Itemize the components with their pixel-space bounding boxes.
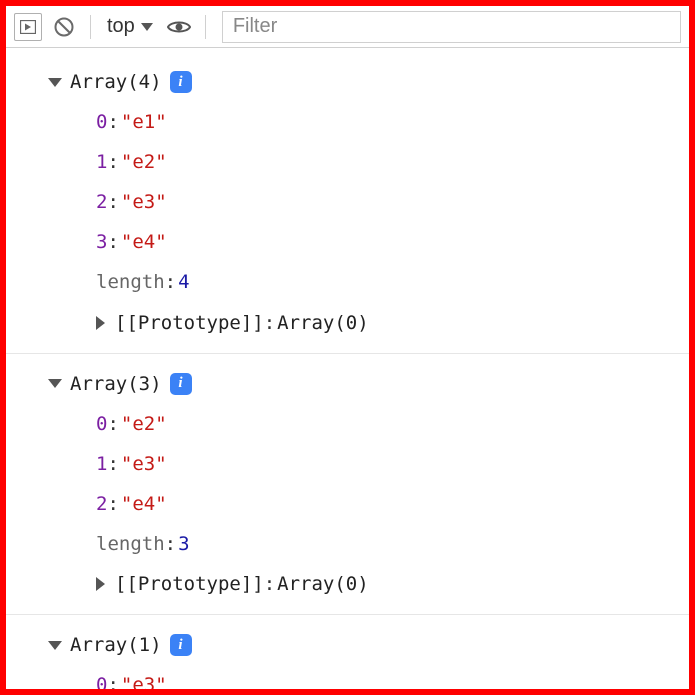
prototype-value: Array(0) [277, 566, 369, 602]
length-row[interactable]: length: 4 [6, 262, 689, 302]
array-entry[interactable]: 0: "e2" [6, 404, 689, 444]
disclosure-triangle-down-icon[interactable] [48, 78, 62, 87]
length-value: 3 [178, 526, 189, 562]
entry-value: "e2" [121, 144, 167, 180]
console-message: Array(3)i0: "e2"1: "e3"2: "e4"length: 3[… [6, 354, 689, 616]
object-header[interactable]: Array(4) i [6, 62, 689, 102]
entry-index: 1 [96, 144, 107, 180]
entry-index: 1 [96, 446, 107, 482]
eye-icon [167, 19, 191, 35]
info-icon[interactable]: i [170, 71, 192, 93]
length-row[interactable]: length: 3 [6, 524, 689, 564]
array-entry[interactable]: 1: "e2" [6, 142, 689, 182]
entry-value: "e3" [121, 446, 167, 482]
live-expression-button[interactable] [165, 13, 193, 41]
console-output: Array(4)i0: "e1"1: "e2"2: "e3"3: "e4"len… [6, 48, 689, 695]
toolbar-separator [90, 15, 91, 39]
colon: : [107, 406, 118, 442]
entry-value: "e3" [121, 184, 167, 220]
colon: : [107, 667, 118, 695]
entry-index: 0 [96, 667, 107, 695]
colon: : [107, 446, 118, 482]
entry-index: 0 [96, 104, 107, 140]
array-entry[interactable]: 2: "e4" [6, 484, 689, 524]
colon: : [107, 486, 118, 522]
info-icon[interactable]: i [170, 373, 192, 395]
colon: : [107, 144, 118, 180]
array-summary: Array(3) [70, 366, 162, 402]
prototype-label: [[Prototype]] [115, 305, 264, 341]
entry-value: "e3" [121, 667, 167, 695]
play-panel-icon [20, 20, 36, 34]
prototype-row[interactable]: [[Prototype]]: Array(0) [6, 564, 689, 604]
colon: : [165, 526, 176, 562]
colon: : [264, 566, 275, 602]
disclosure-triangle-down-icon[interactable] [48, 379, 62, 388]
disclosure-triangle-down-icon[interactable] [48, 641, 62, 650]
entry-value: "e4" [121, 224, 167, 260]
entry-value: "e4" [121, 486, 167, 522]
toggle-sidebar-button[interactable] [14, 13, 42, 41]
toolbar-separator [205, 15, 206, 39]
disclosure-triangle-right-icon[interactable] [96, 577, 105, 591]
colon: : [107, 224, 118, 260]
colon: : [165, 264, 176, 300]
ban-icon [53, 16, 75, 38]
length-label: length [96, 264, 165, 300]
entry-value: "e1" [121, 104, 167, 140]
context-selector[interactable]: top [103, 15, 157, 38]
context-label: top [107, 15, 135, 38]
object-header[interactable]: Array(1) i [6, 625, 689, 665]
colon: : [264, 305, 275, 341]
length-value: 4 [178, 264, 189, 300]
disclosure-triangle-right-icon[interactable] [96, 316, 105, 330]
array-summary: Array(4) [70, 64, 162, 100]
object-header[interactable]: Array(3) i [6, 364, 689, 404]
array-entry[interactable]: 0: "e3" [6, 665, 689, 695]
entry-index: 2 [96, 486, 107, 522]
entry-value: "e2" [121, 406, 167, 442]
prototype-value: Array(0) [277, 305, 369, 341]
array-entry[interactable]: 1: "e3" [6, 444, 689, 484]
array-entry[interactable]: 0: "e1" [6, 102, 689, 142]
entry-index: 2 [96, 184, 107, 220]
array-entry[interactable]: 3: "e4" [6, 222, 689, 262]
prototype-row[interactable]: [[Prototype]]: Array(0) [6, 303, 689, 343]
length-label: length [96, 526, 165, 562]
console-toolbar: top [6, 6, 689, 48]
console-message: Array(1)i0: "e3"length: 1[[Prototype]]: … [6, 615, 689, 695]
clear-console-button[interactable] [50, 13, 78, 41]
prototype-label: [[Prototype]] [115, 566, 264, 602]
filter-input[interactable] [222, 11, 681, 43]
colon: : [107, 104, 118, 140]
entry-index: 3 [96, 224, 107, 260]
console-message: Array(4)i0: "e1"1: "e2"2: "e3"3: "e4"len… [6, 52, 689, 354]
info-icon[interactable]: i [170, 634, 192, 656]
entry-index: 0 [96, 406, 107, 442]
array-entry[interactable]: 2: "e3" [6, 182, 689, 222]
array-summary: Array(1) [70, 627, 162, 663]
colon: : [107, 184, 118, 220]
devtools-console-panel: top Array(4)i0: "e1"1: "e2"2: "e3"3: "e4… [0, 0, 695, 695]
chevron-down-icon [141, 23, 153, 31]
